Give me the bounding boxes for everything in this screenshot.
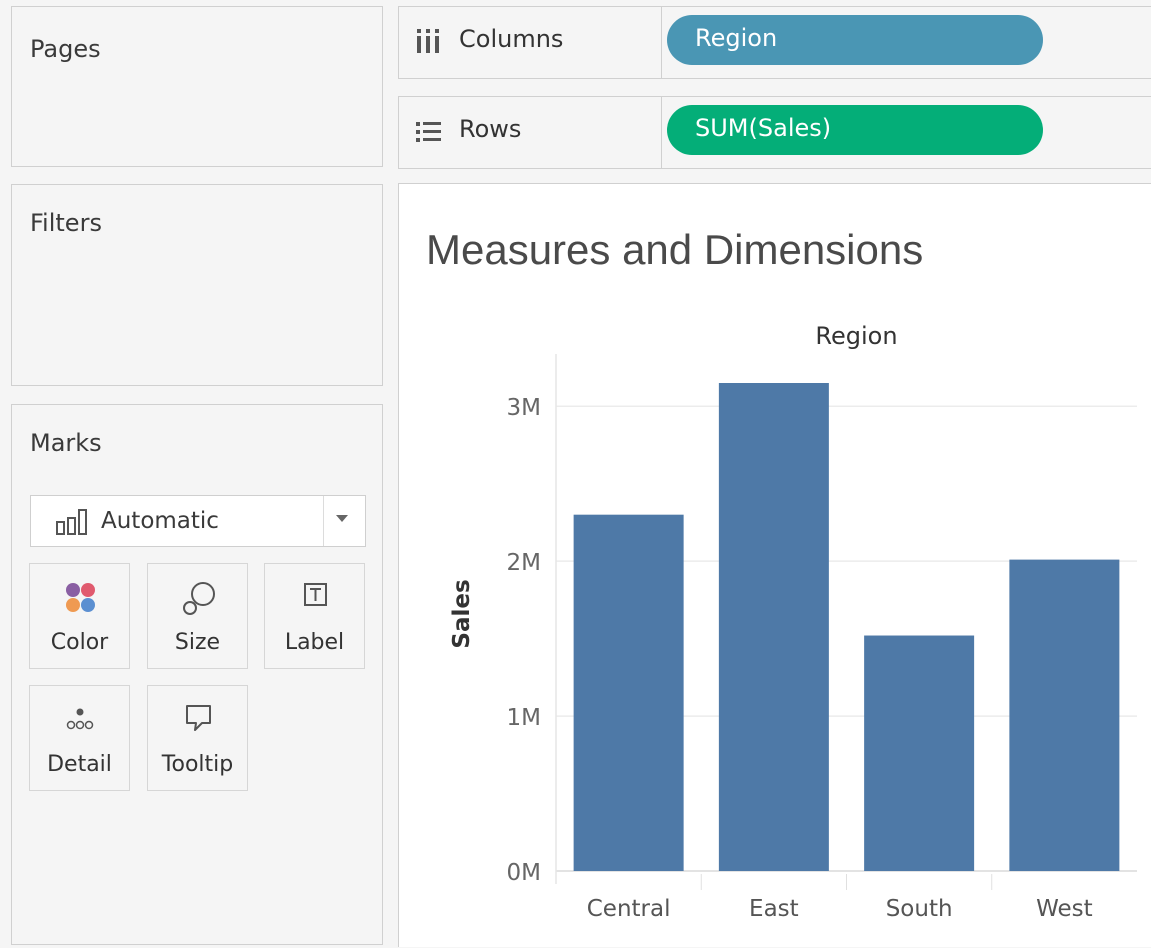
- x-tick-label: East: [749, 896, 799, 922]
- x-tick-label: Central: [587, 896, 671, 922]
- label-label: Label: [284, 630, 345, 655]
- size-button[interactable]: Size: [147, 563, 248, 669]
- speech-bubble-icon: [186, 705, 211, 731]
- y-tick-label: 3M: [507, 395, 541, 421]
- tooltip-label: Tooltip: [161, 752, 234, 777]
- color-palette-icon: [66, 583, 95, 612]
- label-button[interactable]: Label: [264, 563, 365, 669]
- filters-title: Filters: [30, 209, 102, 237]
- shelf-divider: [661, 97, 662, 168]
- filters-card[interactable]: Filters: [11, 184, 383, 386]
- mark-type-dropdown[interactable]: Automatic: [30, 495, 366, 547]
- tooltip-button[interactable]: Tooltip: [147, 685, 248, 791]
- bar-chart[interactable]: Region 0M 1M 2M 3M Sales Central East South West: [399, 184, 1151, 948]
- pages-card: Pages: [11, 6, 383, 167]
- columns-icon: [417, 29, 439, 53]
- y-tick-label: 1M: [507, 705, 541, 731]
- y-axis-label: Sales: [449, 579, 475, 648]
- region-pill[interactable]: Region: [667, 15, 1043, 65]
- column-header-region: Region: [815, 322, 897, 350]
- bar-west[interactable]: [1009, 559, 1120, 871]
- pages-title: Pages: [30, 35, 101, 63]
- color-label: Color: [50, 630, 109, 655]
- sum-sales-pill[interactable]: SUM(Sales): [667, 105, 1043, 155]
- rows-shelf[interactable]: Rows SUM(Sales): [398, 96, 1151, 169]
- mark-type-label: Automatic: [101, 508, 219, 534]
- view-area[interactable]: Measures and Dimensions Region 0M 1M 2M 3M Sa…: [398, 183, 1151, 947]
- chevron-down-icon[interactable]: [334, 512, 350, 524]
- detail-button[interactable]: Detail: [29, 685, 130, 791]
- bar-east[interactable]: [718, 383, 829, 871]
- detail-icon: [66, 708, 94, 730]
- size-icon: [183, 582, 215, 615]
- size-label: Size: [174, 630, 221, 655]
- marks-card: Marks Automatic Color Size Label Detail …: [11, 404, 383, 945]
- columns-label: Columns: [459, 25, 564, 53]
- detail-label: Detail: [47, 752, 112, 777]
- marks-title: Marks: [30, 429, 102, 457]
- x-tick-label: South: [886, 896, 953, 922]
- rows-icon: [416, 122, 441, 142]
- bar-chart-icon: [56, 509, 87, 535]
- dropdown-separator: [323, 496, 324, 546]
- text-label-icon: [304, 583, 327, 606]
- y-tick-label: 0M: [507, 860, 541, 886]
- x-tick-label: West: [1036, 896, 1093, 922]
- rows-label: Rows: [459, 115, 522, 143]
- color-button[interactable]: Color: [29, 563, 130, 669]
- columns-shelf[interactable]: Columns Region: [398, 6, 1151, 79]
- shelf-divider: [661, 7, 662, 78]
- y-tick-label: 2M: [507, 550, 541, 576]
- bar-central[interactable]: [573, 514, 684, 871]
- bar-south[interactable]: [864, 635, 975, 871]
